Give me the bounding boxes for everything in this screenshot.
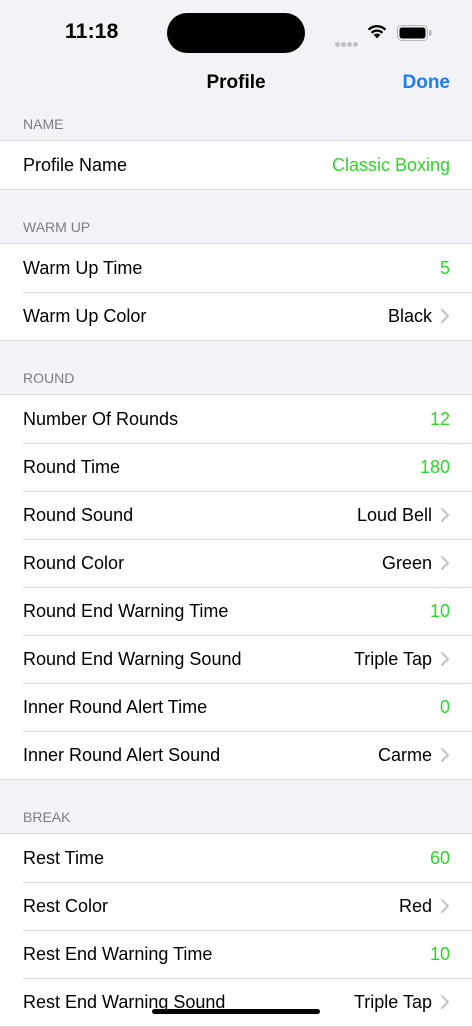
inner-round-alert-time-field[interactable]: 0 bbox=[440, 697, 450, 718]
section-warm-up: Warm Up Time 5 Warm Up Color Black bbox=[0, 243, 472, 341]
row-round-color[interactable]: Round Color Green bbox=[0, 539, 472, 587]
chevron-right-icon bbox=[441, 508, 449, 522]
row-label: Number Of Rounds bbox=[23, 408, 179, 429]
row-label: Inner Round Alert Time bbox=[23, 696, 208, 717]
warm-up-time-field[interactable]: 5 bbox=[440, 258, 450, 279]
status-bar: 11:18 bbox=[0, 0, 472, 62]
rest-end-warning-time-field[interactable]: 10 bbox=[430, 944, 450, 965]
section-header-warm-up: WARM UP bbox=[23, 219, 91, 235]
row-round-time[interactable]: Round Time 180 bbox=[0, 443, 472, 491]
done-button[interactable]: Done bbox=[403, 72, 451, 94]
row-rest-color[interactable]: Rest Color Red bbox=[0, 882, 472, 930]
row-value: Carme bbox=[377, 744, 432, 765]
row-label: Warm Up Color bbox=[23, 305, 147, 326]
row-label: Warm Up Time bbox=[23, 257, 143, 278]
section-name: Profile Name Classic Boxing bbox=[0, 140, 472, 190]
chevron-right-icon bbox=[441, 899, 449, 913]
row-value: Triple Tap bbox=[353, 991, 432, 1012]
row-label: Round Sound bbox=[23, 504, 134, 525]
row-label: Round Color bbox=[23, 552, 125, 573]
row-profile-name[interactable]: Profile Name Classic Boxing bbox=[0, 141, 472, 189]
rest-time-field[interactable]: 60 bbox=[430, 848, 450, 869]
round-time-field[interactable]: 180 bbox=[420, 457, 450, 478]
number-of-rounds-field[interactable]: 12 bbox=[430, 409, 450, 430]
chevron-right-icon bbox=[441, 556, 449, 570]
chevron-right-icon bbox=[441, 748, 449, 762]
row-inner-round-alert-sound[interactable]: Inner Round Alert Sound Carme bbox=[0, 731, 472, 779]
row-rest-end-warning-sound[interactable]: Rest End Warning Sound Triple Tap bbox=[0, 978, 472, 1026]
row-value: Green bbox=[381, 552, 432, 573]
section-round: Number Of Rounds 12 Round Time 180 Round… bbox=[0, 394, 472, 780]
row-label: Profile Name bbox=[23, 154, 128, 175]
chevron-right-icon bbox=[441, 652, 449, 666]
profile-name-field[interactable]: Classic Boxing bbox=[332, 155, 450, 176]
row-label: Round End Warning Sound bbox=[23, 648, 242, 669]
row-label: Rest Time bbox=[23, 847, 105, 868]
row-value: Red bbox=[398, 895, 432, 916]
row-round-sound[interactable]: Round Sound Loud Bell bbox=[0, 491, 472, 539]
row-inner-round-alert-time[interactable]: Inner Round Alert Time 0 bbox=[0, 683, 472, 731]
row-number-of-rounds[interactable]: Number Of Rounds 12 bbox=[0, 395, 472, 443]
section-header-break: BREAK bbox=[23, 809, 71, 825]
section-header-round: ROUND bbox=[23, 370, 75, 386]
battery-icon bbox=[397, 25, 432, 41]
wifi-icon bbox=[367, 24, 387, 39]
chevron-right-icon bbox=[441, 309, 449, 323]
row-rest-end-warning-time[interactable]: Rest End Warning Time 10 bbox=[0, 930, 472, 978]
round-end-warning-time-field[interactable]: 10 bbox=[430, 601, 450, 622]
row-rest-time[interactable]: Rest Time 60 bbox=[0, 834, 472, 882]
row-label: Inner Round Alert Sound bbox=[23, 744, 221, 765]
row-label: Round Time bbox=[23, 456, 121, 477]
home-indicator[interactable] bbox=[152, 1009, 320, 1014]
page-title: Profile bbox=[206, 72, 266, 93]
chevron-right-icon bbox=[441, 995, 449, 1009]
row-warm-up-time[interactable]: Warm Up Time 5 bbox=[0, 244, 472, 292]
navigation-bar: Profile Done bbox=[0, 62, 472, 106]
row-round-end-warning-time[interactable]: Round End Warning Time 10 bbox=[0, 587, 472, 635]
cellular-signal-icon bbox=[335, 34, 359, 52]
row-round-end-warning-sound[interactable]: Round End Warning Sound Triple Tap bbox=[0, 635, 472, 683]
row-label: Rest Color bbox=[23, 895, 109, 916]
row-value: Triple Tap bbox=[353, 648, 432, 669]
status-time: 11:18 bbox=[65, 20, 119, 43]
row-label: Round End Warning Time bbox=[23, 600, 229, 621]
row-warm-up-color[interactable]: Warm Up Color Black bbox=[0, 292, 472, 340]
row-value: Black bbox=[387, 305, 432, 326]
dynamic-island bbox=[167, 13, 305, 53]
settings-list: NAME Profile Name Classic Boxing WARM UP… bbox=[0, 106, 472, 1027]
section-break: Rest Time 60 Rest Color Red Rest End War… bbox=[0, 833, 472, 1027]
row-value: Loud Bell bbox=[356, 504, 432, 525]
row-label: Rest End Warning Time bbox=[23, 943, 213, 964]
section-header-name: NAME bbox=[23, 116, 64, 132]
